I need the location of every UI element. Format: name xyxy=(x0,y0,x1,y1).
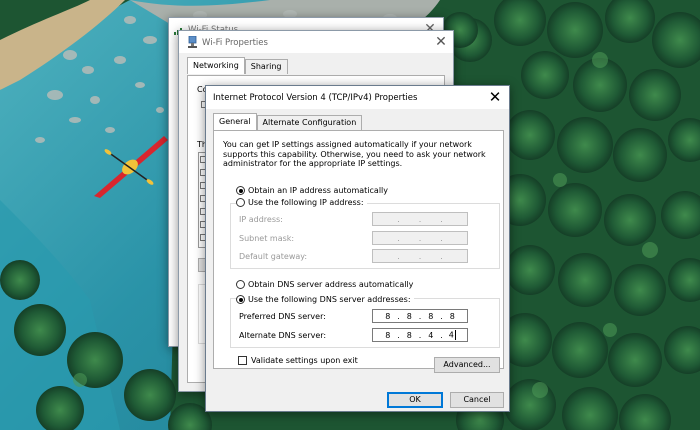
cancel-button[interactable]: Cancel xyxy=(450,392,504,408)
close-icon[interactable]: ✕ xyxy=(484,88,506,106)
default-gateway-field[interactable]: ... xyxy=(372,249,468,263)
obtain-ip-auto-option[interactable]: Obtain an IP address automatically xyxy=(236,186,388,195)
alternate-dns-label: Alternate DNS server: xyxy=(239,331,327,340)
text-cursor xyxy=(454,330,456,340)
tab-general[interactable]: General xyxy=(213,113,257,130)
ipv4-title: Internet Protocol Version 4 (TCP/IPv4) P… xyxy=(213,93,418,103)
default-gateway-label: Default gateway: xyxy=(239,252,308,261)
use-ip-manual-label: Use the following IP address: xyxy=(248,198,364,207)
use-dns-manual-radio[interactable] xyxy=(236,295,245,304)
wifi-properties-title: Wi-Fi Properties xyxy=(202,38,268,48)
validate-settings-label: Validate settings upon exit xyxy=(251,356,358,365)
tab-alternate-configuration[interactable]: Alternate Configuration xyxy=(256,115,363,130)
preferred-dns-octet-3: 8 xyxy=(428,311,434,321)
use-dns-manual-option[interactable]: Use the following DNS server addresses: xyxy=(236,295,414,304)
alternate-dns-octet-1: 8 xyxy=(385,330,391,340)
alternate-dns-field[interactable]: 8. 8. 4. 4 xyxy=(372,328,468,342)
wifi-properties-titlebar[interactable]: Wi-Fi Properties ✕ xyxy=(179,31,453,53)
subnet-mask-label: Subnet mask: xyxy=(239,234,295,243)
use-dns-manual-label: Use the following DNS server addresses: xyxy=(248,295,411,304)
alternate-dns-octet-4: 4 xyxy=(448,330,454,340)
ok-button[interactable]: OK xyxy=(387,392,443,408)
preferred-dns-octet-1: 8 xyxy=(385,311,391,321)
network-adapter-icon xyxy=(188,36,197,48)
ip-address-field[interactable]: ... xyxy=(372,212,468,226)
ipv4-tabs: General Alternate Configuration xyxy=(213,113,363,130)
obtain-ip-auto-radio[interactable] xyxy=(236,186,245,195)
ipv4-titlebar[interactable]: Internet Protocol Version 4 (TCP/IPv4) P… xyxy=(206,86,509,109)
general-tab-panel: You can get IP settings assigned automat… xyxy=(213,130,504,373)
tab-networking[interactable]: Networking xyxy=(187,57,245,74)
ipv4-properties-dialog[interactable]: Internet Protocol Version 4 (TCP/IPv4) P… xyxy=(205,85,510,412)
preferred-dns-label: Preferred DNS server: xyxy=(239,312,326,321)
preferred-dns-field[interactable]: 8. 8. 8. 8 xyxy=(372,309,468,323)
ip-address-label: IP address: xyxy=(239,215,283,224)
close-icon[interactable]: ✕ xyxy=(430,33,452,51)
alternate-dns-octet-2: 8 xyxy=(406,330,412,340)
obtain-dns-auto-label: Obtain DNS server address automatically xyxy=(248,280,414,289)
alternate-dns-octet-4-wrap: 4 xyxy=(443,330,461,340)
tab-sharing[interactable]: Sharing xyxy=(244,59,288,74)
obtain-dns-auto-radio[interactable] xyxy=(236,280,245,289)
use-ip-manual-radio[interactable] xyxy=(236,198,245,207)
subnet-mask-field[interactable]: ... xyxy=(372,231,468,245)
preferred-dns-octet-4: 8 xyxy=(449,311,455,321)
intro-text: You can get IP settings assigned automat… xyxy=(223,140,486,169)
alternate-dns-octet-3: 4 xyxy=(428,330,434,340)
advanced-button[interactable]: Advanced... xyxy=(434,357,500,373)
preferred-dns-octet-2: 8 xyxy=(406,311,412,321)
obtain-ip-auto-label: Obtain an IP address automatically xyxy=(248,186,389,195)
use-ip-manual-option[interactable]: Use the following IP address: xyxy=(236,198,367,207)
obtain-dns-auto-option[interactable]: Obtain DNS server address automatically xyxy=(236,280,413,289)
validate-settings-checkbox[interactable] xyxy=(238,356,247,365)
validate-settings-option[interactable]: Validate settings upon exit xyxy=(238,356,358,365)
wifi-properties-tabs: Networking Sharing xyxy=(187,57,288,75)
